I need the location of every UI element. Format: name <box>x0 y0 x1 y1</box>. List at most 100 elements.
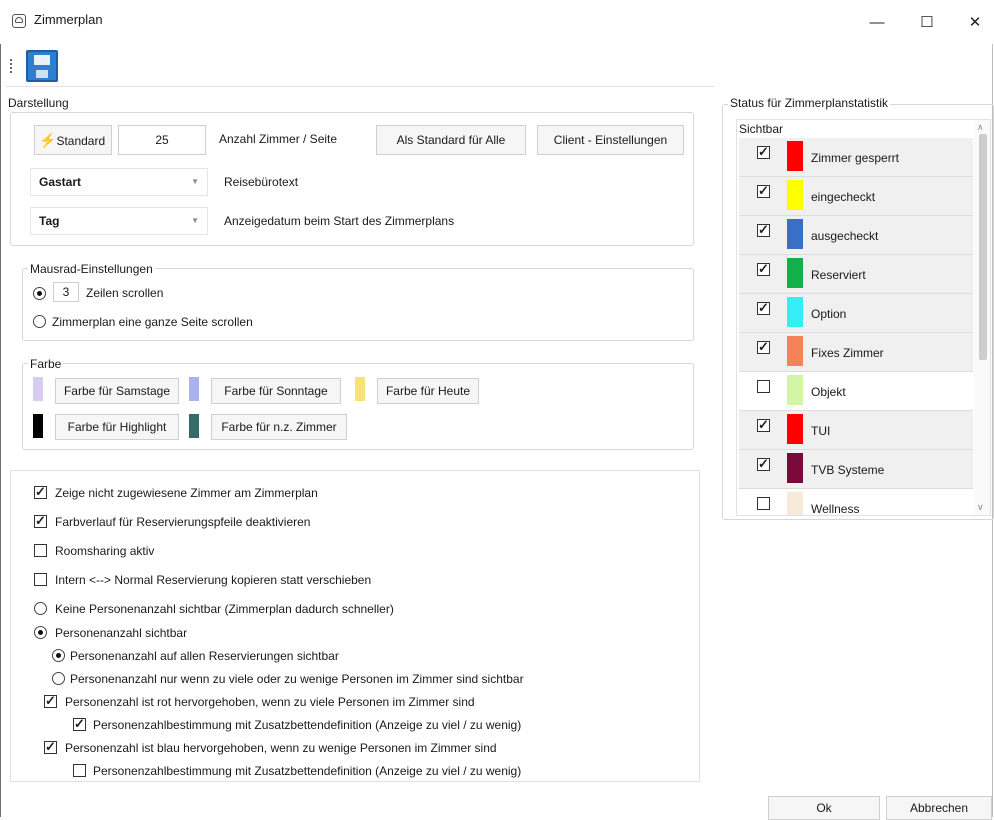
list-item[interactable]: Wellness <box>739 489 973 515</box>
list-item[interactable]: Fixes Zimmer <box>739 333 973 372</box>
status-color-swatch <box>787 336 803 366</box>
count-all-reservations-radio[interactable] <box>52 649 65 662</box>
today-color-button[interactable]: Farbe für Heute <box>377 378 479 404</box>
disable-gradient-checkbox[interactable] <box>34 513 47 528</box>
toolbar-divider <box>6 86 714 87</box>
start-date-label: Anzeigedatum beim Start des Zimmerplans <box>224 214 455 228</box>
client-settings-button[interactable]: Client - Einstellungen <box>537 125 684 155</box>
status-checkbox[interactable] <box>757 144 770 159</box>
status-checkbox[interactable] <box>757 261 770 276</box>
list-item[interactable]: ausgecheckt <box>739 216 973 255</box>
sunday-color-swatch[interactable] <box>189 377 199 401</box>
roomsharing-checkbox[interactable] <box>34 544 47 557</box>
scroll-page-radio[interactable] <box>33 315 46 328</box>
status-color-swatch <box>787 414 803 444</box>
save-icon[interactable] <box>26 50 58 82</box>
list-item[interactable]: Zimmer gesperrt <box>739 138 973 177</box>
scrollbar-thumb[interactable] <box>979 134 987 360</box>
status-checkbox[interactable] <box>757 456 770 471</box>
standard-button[interactable]: ⚡Standard <box>34 125 112 155</box>
rooms-per-page-label: Anzahl Zimmer / Seite <box>219 132 338 146</box>
unassigned-room-color-button[interactable]: Farbe für n.z. Zimmer <box>211 414 347 440</box>
status-checkbox[interactable] <box>757 339 770 354</box>
lightning-icon: ⚡ <box>39 132 57 148</box>
today-color-swatch[interactable] <box>355 377 365 401</box>
person-count-visible-label: Personenanzahl sichtbar <box>55 626 188 640</box>
status-label: TUI <box>811 424 831 438</box>
list-item[interactable]: Reserviert <box>739 255 973 294</box>
status-color-swatch <box>787 219 803 249</box>
blue-extra-bed-checkbox[interactable] <box>73 764 86 777</box>
count-only-mismatch-radio[interactable] <box>52 672 65 685</box>
saturday-color-swatch[interactable] <box>33 377 43 401</box>
show-unassigned-checkbox[interactable] <box>34 484 47 499</box>
list-item[interactable]: eingecheckt <box>739 177 973 216</box>
reisebuero-select[interactable]: Gastart ▼ <box>30 168 208 196</box>
as-default-for-all-button[interactable]: Als Standard für Alle <box>376 125 526 155</box>
status-checkbox[interactable] <box>757 380 770 393</box>
status-color-swatch <box>787 453 803 483</box>
copy-reservation-checkbox[interactable] <box>34 573 47 586</box>
scroll-page-label: Zimmerplan eine ganze Seite scrollen <box>52 315 253 329</box>
status-label: Zimmer gesperrt <box>811 151 900 165</box>
status-checkbox[interactable] <box>757 300 770 315</box>
scroll-rows-label: Zeilen scrollen <box>86 286 164 300</box>
farbe-legend: Farbe <box>28 357 64 371</box>
status-label: Fixes Zimmer <box>811 346 884 360</box>
sichtbar-column-header: Sichtbar <box>739 122 784 136</box>
status-color-swatch <box>787 258 803 288</box>
sunday-color-button[interactable]: Farbe für Sonntage <box>211 378 341 404</box>
status-color-swatch <box>787 375 803 405</box>
no-person-count-label: Keine Personenanzahl sichtbar (Zimmerpla… <box>55 602 394 616</box>
status-color-swatch <box>787 492 803 515</box>
status-list[interactable]: Sichtbar Zimmer gesperrt eingecheckt aus… <box>736 119 991 516</box>
chevron-down-icon: ▼ <box>191 216 199 225</box>
count-all-reservations-label: Personenanzahl auf allen Reservierungen … <box>70 649 339 663</box>
blue-highlight-label: Personenzahl ist blau hervorgehoben, wen… <box>65 741 497 755</box>
red-extra-bed-checkbox[interactable] <box>73 716 86 731</box>
highlight-color-button[interactable]: Farbe für Highlight <box>55 414 179 440</box>
blue-highlight-checkbox[interactable] <box>44 739 57 754</box>
close-button[interactable]: ✕ <box>952 8 994 38</box>
scroll-down-icon[interactable]: ∨ <box>977 502 984 513</box>
window-title: Zimmerplan <box>34 12 103 27</box>
scroll-up-icon[interactable]: ∧ <box>977 122 984 133</box>
list-item[interactable]: TUI <box>739 411 973 450</box>
scroll-rows-input[interactable]: 3 <box>53 282 79 302</box>
list-item[interactable]: Option <box>739 294 973 333</box>
status-label: eingecheckt <box>811 190 876 204</box>
status-color-swatch <box>787 141 803 171</box>
unassigned-room-color-swatch[interactable] <box>189 414 199 438</box>
status-label: ausgecheckt <box>811 229 879 243</box>
person-count-visible-radio[interactable] <box>34 626 47 639</box>
status-label: Reserviert <box>811 268 866 282</box>
status-list-scrollbar[interactable]: ∧ ∨ <box>974 120 990 515</box>
status-label: Objekt <box>811 385 846 399</box>
disable-gradient-label: Farbverlauf für Reservierungspfeile deak… <box>55 515 311 529</box>
saturday-color-button[interactable]: Farbe für Samstage <box>55 378 179 404</box>
maximize-button[interactable]: ☐ <box>904 8 950 38</box>
status-checkbox[interactable] <box>757 497 770 510</box>
chevron-down-icon: ▼ <box>191 177 199 186</box>
list-item[interactable]: Objekt <box>739 372 973 411</box>
highlight-color-swatch[interactable] <box>33 414 43 438</box>
status-checkbox[interactable] <box>757 417 770 432</box>
ok-button[interactable]: Ok <box>768 796 880 820</box>
copy-reservation-label: Intern <--> Normal Reservierung kopieren… <box>55 573 372 587</box>
rooms-per-page-input[interactable]: 25 <box>118 125 206 155</box>
scroll-rows-radio[interactable] <box>33 287 46 300</box>
status-checkbox[interactable] <box>757 222 770 237</box>
start-date-select[interactable]: Tag ▼ <box>30 207 208 235</box>
status-color-swatch <box>787 297 803 327</box>
reisebuero-label: Reisebürotext <box>224 175 299 189</box>
red-extra-bed-label: Personenzahlbestimmung mit Zusatzbettend… <box>93 718 522 732</box>
minimize-button[interactable]: — <box>854 8 900 38</box>
no-person-count-radio[interactable] <box>34 602 47 615</box>
status-label: TVB Systeme <box>811 463 885 477</box>
cancel-button[interactable]: Abbrechen <box>886 796 992 820</box>
status-checkbox[interactable] <box>757 183 770 198</box>
list-item[interactable]: TVB Systeme <box>739 450 973 489</box>
status-color-swatch <box>787 180 803 210</box>
red-highlight-checkbox[interactable] <box>44 693 57 708</box>
toolbar-grip[interactable] <box>10 59 12 73</box>
